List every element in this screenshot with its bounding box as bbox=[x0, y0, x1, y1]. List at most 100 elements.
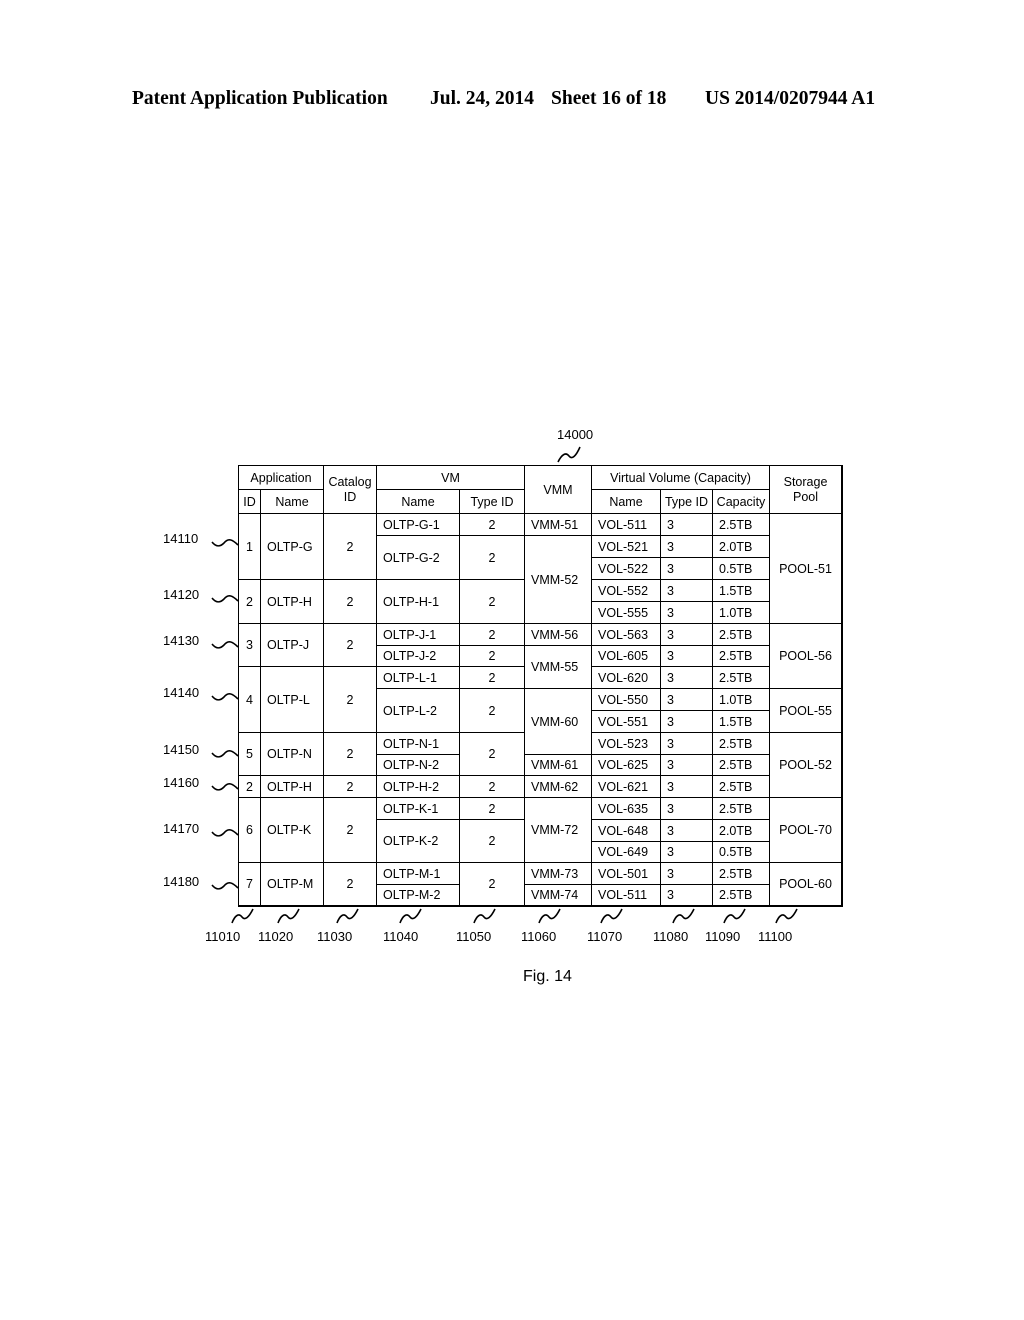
row-reference-label: 14120 bbox=[163, 587, 200, 602]
volume-capacity-cell: 2.5TB bbox=[712, 797, 770, 820]
volume-name-cell: VOL-621 bbox=[591, 775, 661, 798]
squiggle-leader-icon bbox=[211, 595, 239, 603]
volume-type-id-cell: 3 bbox=[660, 775, 713, 798]
header-app-id: ID bbox=[238, 489, 261, 514]
volume-type-id-cell: 3 bbox=[660, 535, 713, 558]
squiggle-leader-icon bbox=[277, 908, 300, 924]
volume-type-id-cell: 3 bbox=[660, 623, 713, 646]
column-reference-label: 11050 bbox=[456, 929, 492, 944]
vm-type-id-cell: 2 bbox=[459, 688, 525, 733]
volume-capacity-cell: 2.5TB bbox=[712, 862, 770, 885]
volume-type-id-cell: 3 bbox=[660, 754, 713, 776]
volume-name-cell: VOL-620 bbox=[591, 666, 661, 689]
vm-name-cell: OLTP-N-2 bbox=[376, 754, 460, 776]
header-vm: VM bbox=[376, 465, 525, 490]
squiggle-leader-icon bbox=[672, 908, 695, 924]
volume-capacity-cell: 2.0TB bbox=[712, 535, 770, 558]
header-catalog-id: Catalog ID bbox=[323, 465, 377, 514]
vm-type-id-cell: 2 bbox=[459, 579, 525, 624]
volume-type-id-cell: 3 bbox=[660, 601, 713, 624]
volume-capacity-cell: 2.0TB bbox=[712, 819, 770, 842]
volume-capacity-cell: 2.5TB bbox=[712, 754, 770, 776]
column-reference-label: 11040 bbox=[383, 929, 419, 944]
app-id-cell: 5 bbox=[238, 732, 261, 776]
vm-name-cell: OLTP-H-2 bbox=[376, 775, 460, 798]
column-reference-label: 11020 bbox=[258, 929, 294, 944]
header-vm-name: Name bbox=[376, 489, 460, 514]
app-id-cell: 4 bbox=[238, 666, 261, 733]
squiggle-leader-icon bbox=[538, 908, 561, 924]
storage-pool-cell: POOL-60 bbox=[769, 862, 842, 906]
volume-name-cell: VOL-550 bbox=[591, 688, 661, 711]
squiggle-leader-icon bbox=[723, 908, 746, 924]
volume-capacity-cell: 2.5TB bbox=[712, 775, 770, 798]
volume-type-id-cell: 3 bbox=[660, 579, 713, 602]
figure-reference: 14000 bbox=[557, 427, 594, 442]
vm-type-id-cell: 2 bbox=[459, 819, 525, 863]
squiggle-leader-icon bbox=[231, 908, 254, 924]
volume-type-id-cell: 3 bbox=[660, 797, 713, 820]
volume-capacity-cell: 2.5TB bbox=[712, 513, 770, 536]
squiggle-leader-icon bbox=[211, 750, 239, 758]
column-reference-label: 11070 bbox=[587, 929, 623, 944]
volume-type-id-cell: 3 bbox=[660, 732, 713, 755]
volume-type-id-cell: 3 bbox=[660, 841, 713, 863]
app-id-cell: 2 bbox=[238, 775, 261, 798]
header-vm-type-id: Type ID bbox=[459, 489, 525, 514]
vm-name-cell: OLTP-M-2 bbox=[376, 884, 460, 906]
catalog-id-cell: 2 bbox=[323, 862, 377, 906]
volume-name-cell: VOL-522 bbox=[591, 557, 661, 580]
squiggle-leader-icon bbox=[211, 783, 239, 791]
app-name-cell: OLTP-N bbox=[260, 732, 324, 776]
vm-type-id-cell: 2 bbox=[459, 535, 525, 580]
publication-date: Jul. 24, 2014 bbox=[430, 88, 535, 109]
volume-name-cell: VOL-555 bbox=[591, 601, 661, 624]
storage-pool-cell: POOL-56 bbox=[769, 623, 842, 689]
vm-type-id-cell: 2 bbox=[459, 513, 525, 536]
catalog-id-cell: 2 bbox=[323, 666, 377, 733]
catalog-id-cell: 2 bbox=[323, 797, 377, 863]
volume-name-cell: VOL-551 bbox=[591, 710, 661, 733]
header-vol-capacity: Capacity bbox=[712, 489, 770, 514]
vm-type-id-cell: 2 bbox=[459, 775, 525, 798]
app-id-cell: 3 bbox=[238, 623, 261, 667]
volume-type-id-cell: 3 bbox=[660, 666, 713, 689]
app-name-cell: OLTP-L bbox=[260, 666, 324, 733]
vm-name-cell: OLTP-K-1 bbox=[376, 797, 460, 820]
volume-capacity-cell: 2.5TB bbox=[712, 666, 770, 689]
volume-type-id-cell: 3 bbox=[660, 819, 713, 842]
header-virtual-volume: Virtual Volume (Capacity) bbox=[591, 465, 770, 490]
catalog-id-cell: 2 bbox=[323, 732, 377, 776]
volume-capacity-cell: 2.5TB bbox=[712, 732, 770, 755]
catalog-id-cell: 2 bbox=[323, 513, 377, 580]
storage-pool-cell: POOL-52 bbox=[769, 732, 842, 798]
vm-name-cell: OLTP-J-2 bbox=[376, 645, 460, 667]
vm-type-id-cell: 2 bbox=[459, 623, 525, 646]
header-app-name: Name bbox=[260, 489, 324, 514]
vmm-cell: VMM-74 bbox=[524, 884, 592, 906]
app-id-cell: 7 bbox=[238, 862, 261, 906]
vm-name-cell: OLTP-L-1 bbox=[376, 666, 460, 689]
app-name-cell: OLTP-H bbox=[260, 579, 324, 624]
row-reference-label: 14170 bbox=[163, 821, 200, 836]
squiggle-leader-icon bbox=[557, 446, 581, 463]
app-name-cell: OLTP-M bbox=[260, 862, 324, 906]
catalog-id-cell: 2 bbox=[323, 623, 377, 667]
header-storage-pool: Storage Pool bbox=[769, 465, 842, 514]
vmm-cell: VMM-51 bbox=[524, 513, 592, 536]
vmm-cell: VMM-60 bbox=[524, 688, 592, 755]
column-reference-label: 11010 bbox=[205, 929, 241, 944]
squiggle-leader-icon bbox=[775, 908, 798, 924]
storage-pool-cell: POOL-70 bbox=[769, 797, 842, 863]
volume-capacity-cell: 0.5TB bbox=[712, 557, 770, 580]
vm-name-cell: OLTP-H-1 bbox=[376, 579, 460, 624]
volume-capacity-cell: 1.5TB bbox=[712, 710, 770, 733]
volume-type-id-cell: 3 bbox=[660, 884, 713, 906]
volume-capacity-cell: 1.0TB bbox=[712, 688, 770, 711]
volume-name-cell: VOL-523 bbox=[591, 732, 661, 755]
volume-capacity-cell: 2.5TB bbox=[712, 623, 770, 646]
squiggle-leader-icon bbox=[600, 908, 623, 924]
header-vol-type-id: Type ID bbox=[660, 489, 713, 514]
vm-name-cell: OLTP-J-1 bbox=[376, 623, 460, 646]
vmm-cell: VMM-72 bbox=[524, 797, 592, 863]
